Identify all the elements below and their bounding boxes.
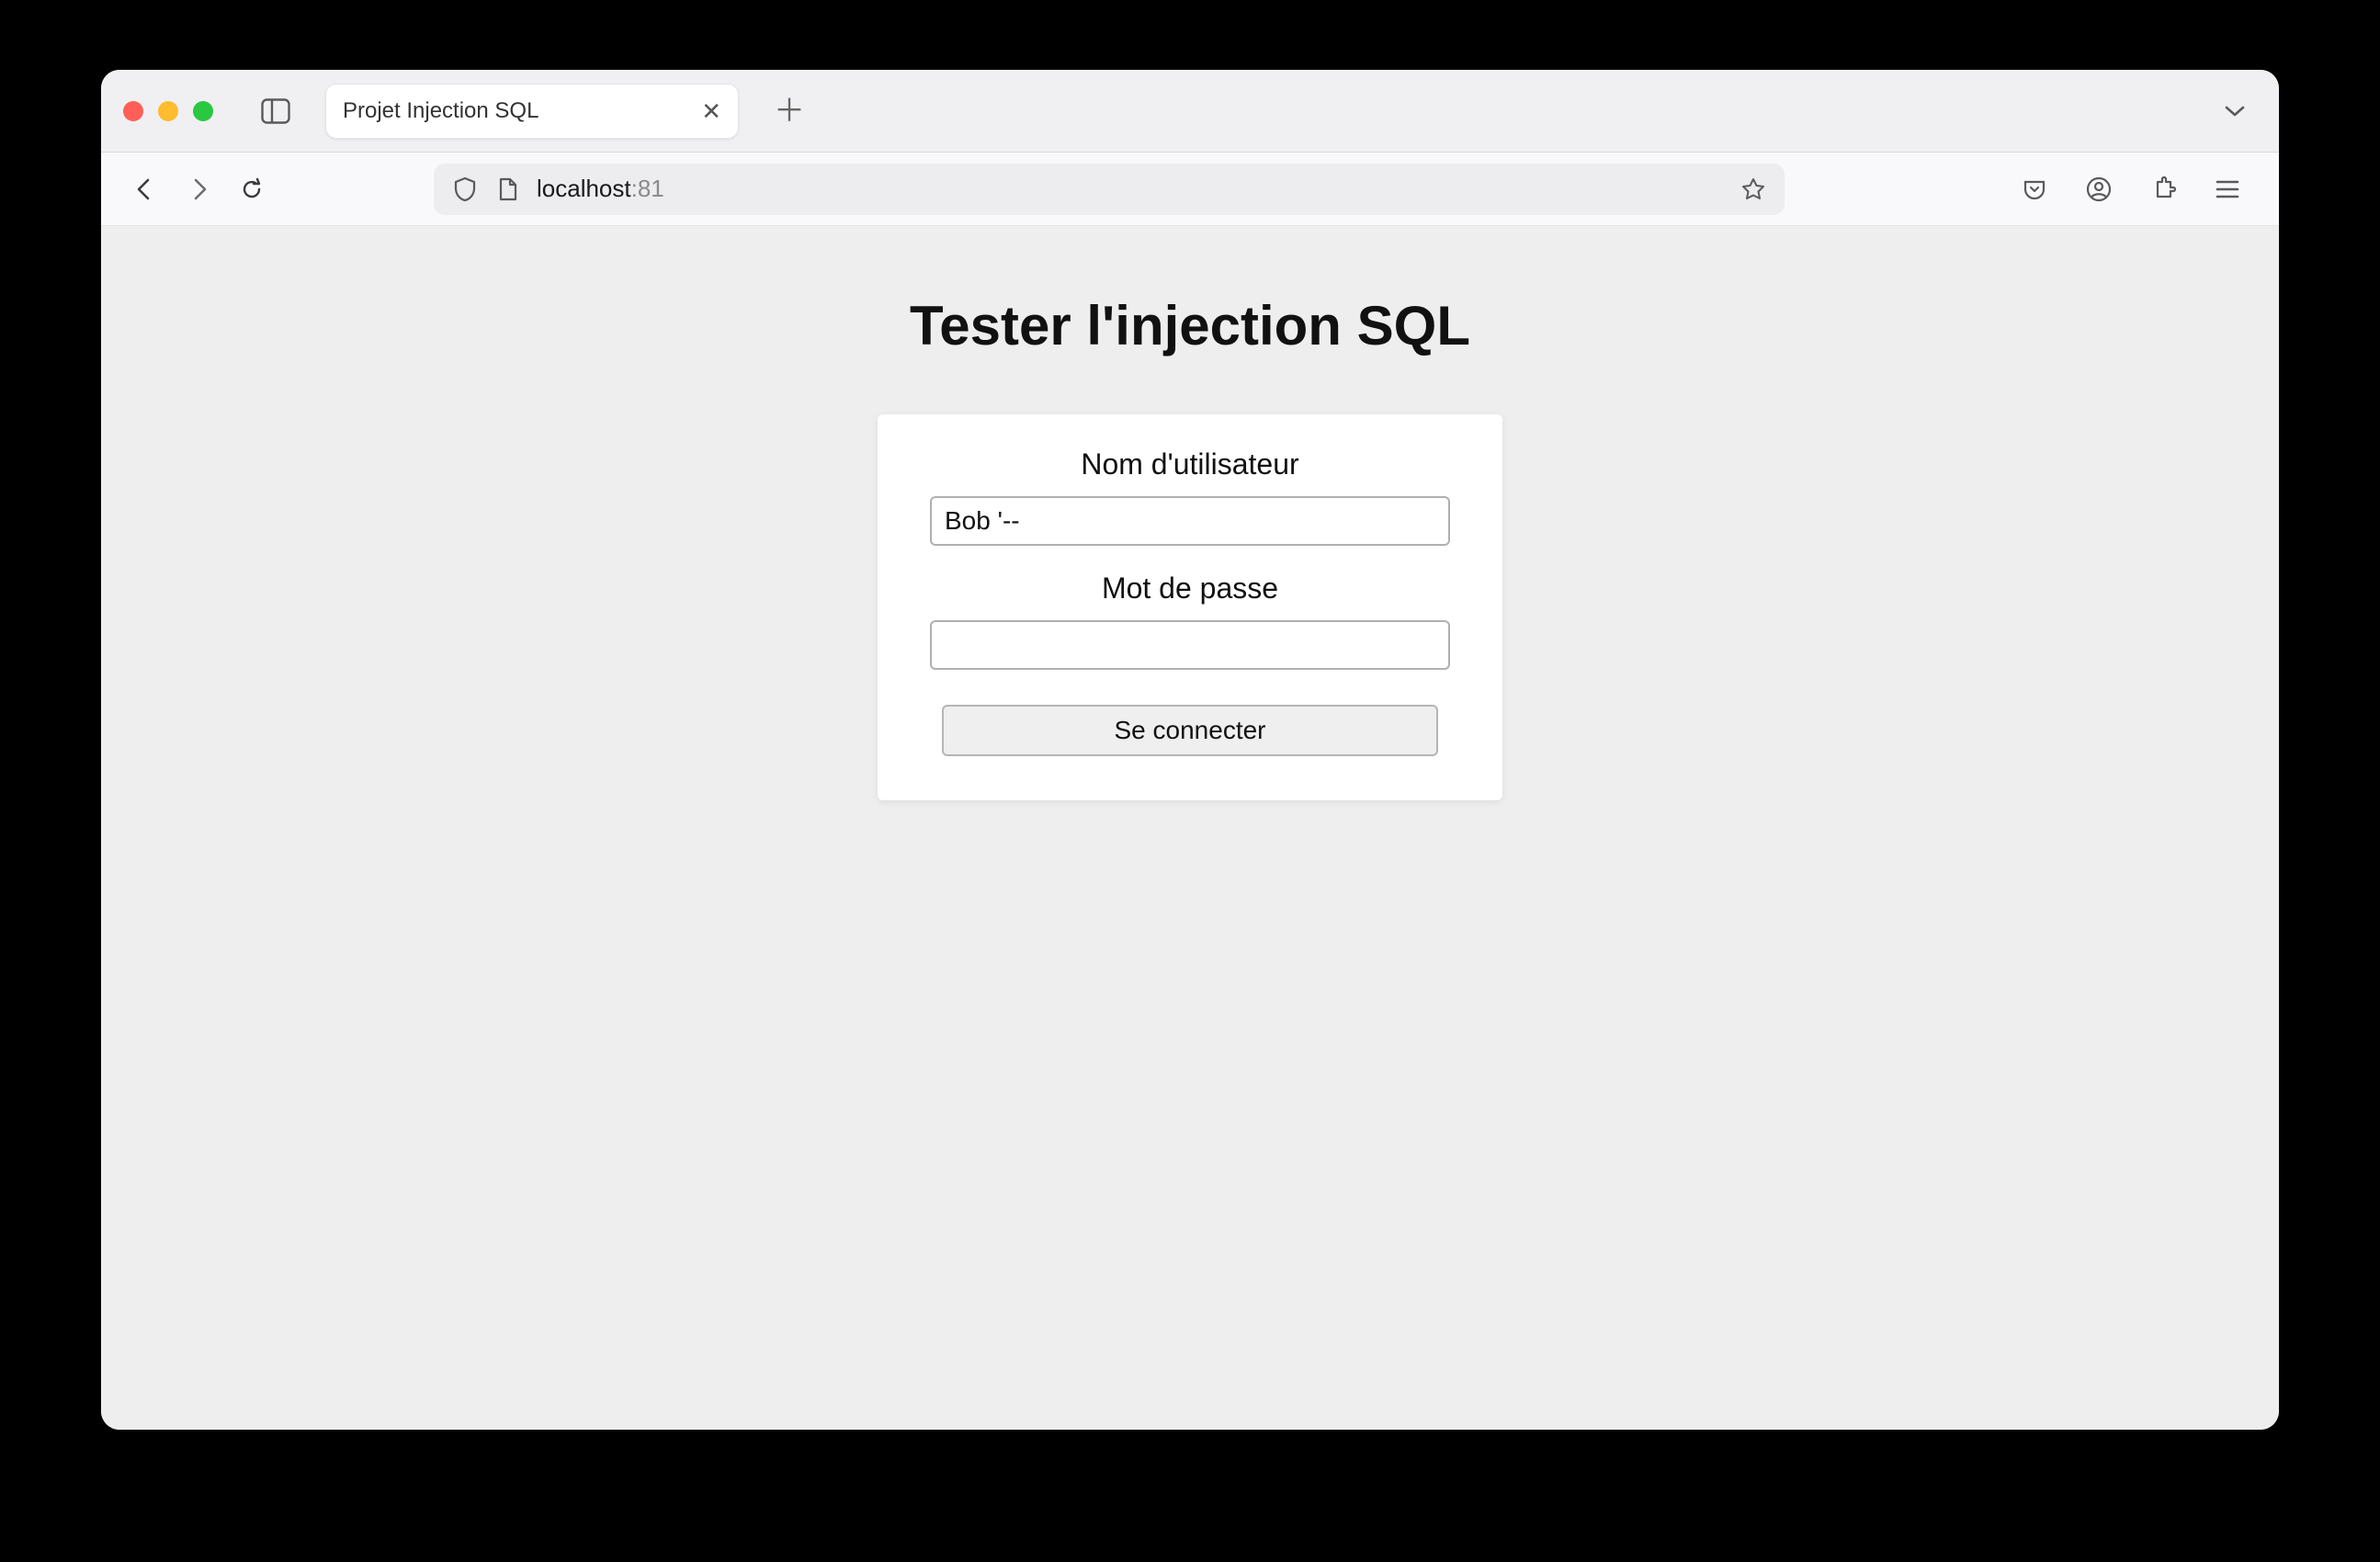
sidebar-icon: [261, 98, 290, 124]
arrow-left-icon: [132, 176, 158, 202]
pocket-button[interactable]: [2016, 171, 2053, 208]
password-label: Mot de passe: [1102, 572, 1278, 606]
page-info-icon[interactable]: [494, 176, 520, 202]
close-window-button[interactable]: [123, 101, 143, 121]
address-bar[interactable]: localhost:81: [434, 164, 1785, 215]
new-tab-button[interactable]: ＋: [774, 96, 805, 127]
address-text: localhost:81: [537, 175, 664, 203]
username-label: Nom d'utilisateur: [1081, 447, 1298, 481]
page-title: Tester l'injection SQL: [910, 294, 1470, 357]
browser-tab[interactable]: Projet Injection SQL ✕: [325, 84, 739, 139]
menu-button[interactable]: [2209, 171, 2246, 208]
page-content: Tester l'injection SQL Nom d'utilisateur…: [101, 226, 2279, 1430]
browser-window: Projet Injection SQL ✕ ＋: [101, 70, 2279, 1430]
address-host: localhost: [537, 175, 631, 203]
pocket-icon: [2022, 176, 2047, 202]
tab-title: Projet Injection SQL: [343, 98, 538, 124]
maximize-window-button[interactable]: [193, 101, 213, 121]
tab-bar: Projet Injection SQL ✕ ＋: [101, 70, 2279, 153]
bookmark-button[interactable]: [1740, 176, 1766, 202]
shield-icon[interactable]: [452, 176, 478, 202]
tabs-overflow-button[interactable]: [2216, 93, 2253, 130]
password-input[interactable]: [930, 620, 1450, 670]
star-icon: [1740, 176, 1766, 202]
username-input[interactable]: [930, 496, 1450, 546]
sidebar-toggle-button[interactable]: [257, 93, 294, 130]
submit-button[interactable]: Se connecter: [942, 705, 1438, 756]
login-card: Nom d'utilisateur Mot de passe Se connec…: [878, 414, 1502, 800]
reload-button[interactable]: [233, 171, 270, 208]
forward-button[interactable]: [180, 171, 217, 208]
reload-icon: [239, 176, 265, 202]
back-button[interactable]: [127, 171, 164, 208]
nav-bar: localhost:81: [101, 153, 2279, 226]
puzzle-icon: [2150, 176, 2176, 202]
chevron-down-icon: [2224, 104, 2246, 119]
close-tab-button[interactable]: ✕: [701, 99, 721, 123]
account-button[interactable]: [2080, 171, 2117, 208]
extensions-button[interactable]: [2145, 171, 2182, 208]
address-port: :81: [631, 175, 664, 203]
nav-right: [2016, 171, 2246, 208]
account-icon: [2086, 176, 2112, 202]
minimize-window-button[interactable]: [158, 101, 178, 121]
hamburger-icon: [2216, 179, 2239, 199]
window-controls: [123, 101, 213, 121]
arrow-right-icon: [186, 176, 211, 202]
